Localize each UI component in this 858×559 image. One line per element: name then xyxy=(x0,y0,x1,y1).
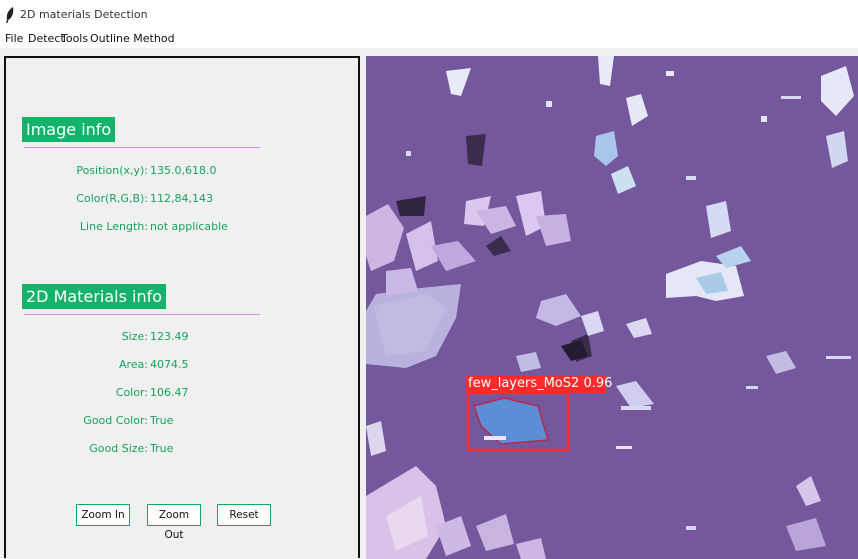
title-bar: 2D materials Detection xyxy=(0,0,858,30)
color-rgb-label: Color(R,G,B): xyxy=(76,192,148,205)
menu-detect[interactable]: Detect xyxy=(28,32,65,45)
row-size: Size: 123.49 xyxy=(6,330,358,348)
zoom-out-button[interactable]: Zoom Out xyxy=(147,504,201,541)
row-good-color: Good Color: True xyxy=(6,414,358,432)
position-label: Position(x,y): xyxy=(76,164,148,177)
zoom-in-button[interactable]: Zoom In xyxy=(76,504,130,526)
info-panel: Image info Position(x,y): 135.0,618.0 Co… xyxy=(4,56,360,558)
row-good-size: Good Size: True xyxy=(6,442,358,460)
area-label: Area: xyxy=(118,358,148,371)
microscope-image[interactable]: few_layers_MoS2 0.96 xyxy=(366,56,858,559)
menu-bar: File Detect Tools Outline Method xyxy=(0,30,858,48)
color-value: 106.47 xyxy=(150,386,189,399)
color-label: Color: xyxy=(115,386,148,399)
position-value: 135.0,618.0 xyxy=(150,164,217,177)
detection-score: 0.96 xyxy=(583,376,613,391)
row-area: Area: 4074.5 xyxy=(6,358,358,376)
row-position: Position(x,y): 135.0,618.0 xyxy=(6,164,358,182)
materials-info-divider xyxy=(24,314,260,315)
window-title: 2D materials Detection xyxy=(20,8,148,21)
menu-outline-method[interactable]: Outline Method xyxy=(90,32,175,45)
materials-info-title: 2D Materials info xyxy=(22,284,167,309)
size-label: Size: xyxy=(121,330,148,343)
line-length-value: not applicable xyxy=(150,220,228,233)
detection-label: few_layers_MoS2 0.96 xyxy=(468,376,612,391)
good-color-label: Good Color: xyxy=(83,414,148,427)
detection-class: few_layers_MoS2 xyxy=(468,376,580,391)
good-color-value: True xyxy=(150,414,174,427)
menu-file[interactable]: File xyxy=(5,32,23,45)
feather-icon xyxy=(6,7,14,23)
line-length-label: Line Length: xyxy=(79,220,148,233)
area-value: 4074.5 xyxy=(150,358,189,371)
size-value: 123.49 xyxy=(150,330,189,343)
flake-image xyxy=(366,56,858,559)
image-info-title: Image info xyxy=(22,117,116,142)
color-rgb-value: 112,84,143 xyxy=(150,192,213,205)
good-size-label: Good Size: xyxy=(89,442,148,455)
row-color-rgb: Color(R,G,B): 112,84,143 xyxy=(6,192,358,210)
row-color: Color: 106.47 xyxy=(6,386,358,404)
row-line-length: Line Length: not applicable xyxy=(6,220,358,238)
image-info-divider xyxy=(24,147,260,148)
reset-button[interactable]: Reset xyxy=(217,504,271,526)
good-size-value: True xyxy=(150,442,174,455)
menu-tools[interactable]: Tools xyxy=(61,32,88,45)
